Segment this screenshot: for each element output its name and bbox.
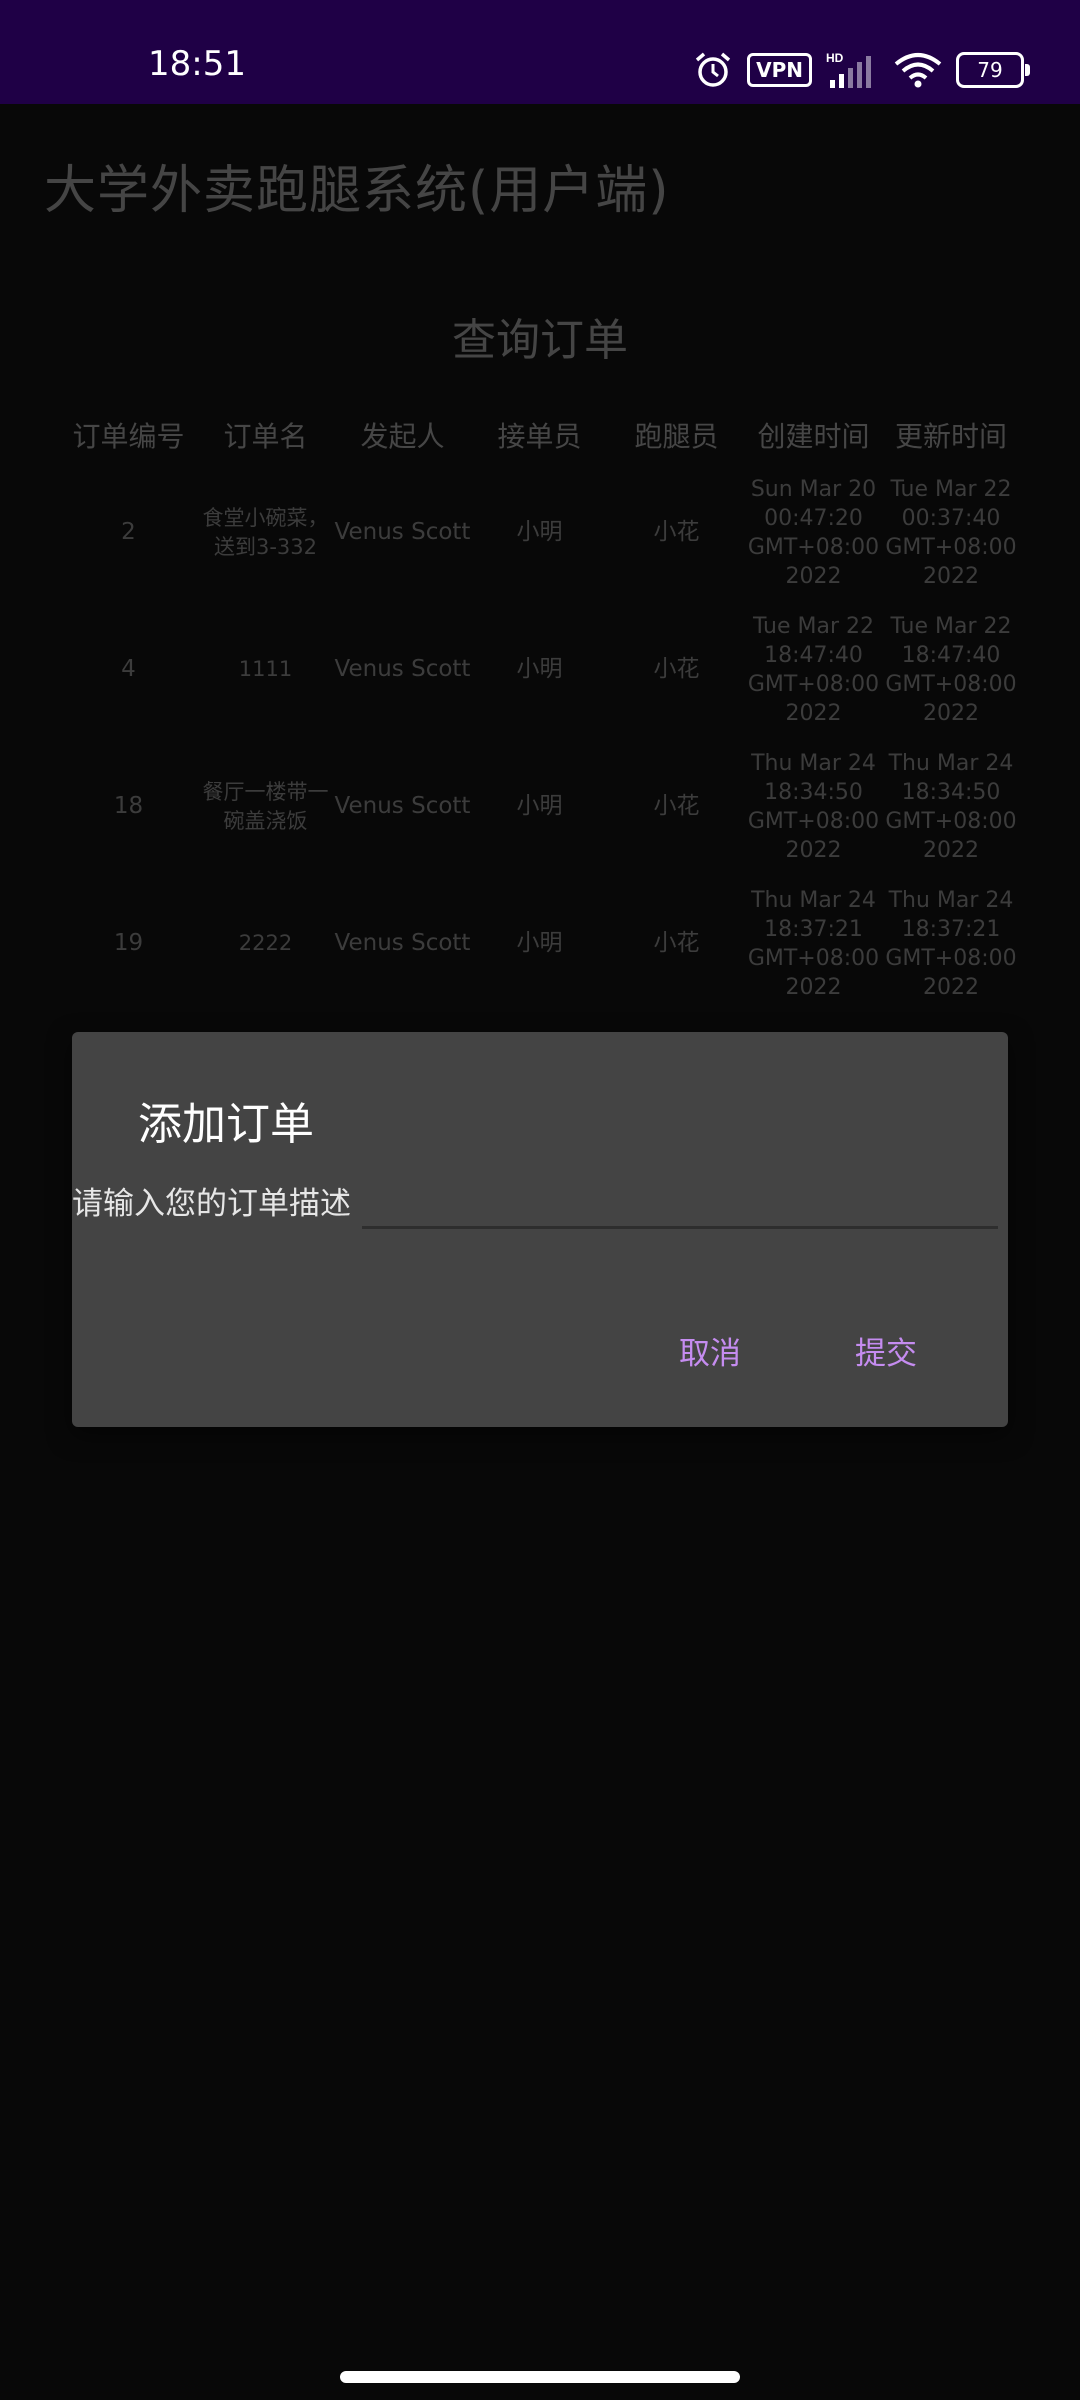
app-title: 大学外卖跑腿系统(用户端) <box>44 161 670 221</box>
wifi-icon <box>894 53 942 88</box>
table-header-row: 订单编号 订单名 发起人 接单员 跑腿员 创建时间 更新时间 <box>60 406 1020 464</box>
order-name: 餐厅一楼带一碗盖浇饭 <box>202 779 329 833</box>
status-time: 18:51 <box>148 44 246 84</box>
order-name: 1111 <box>238 657 293 681</box>
order-runner: 小花 <box>653 930 700 956</box>
status-icons: VPN HD 79 <box>693 48 1030 92</box>
order-receiver: 小明 <box>516 656 563 682</box>
order-created-time: Sun Mar 20 00:47:20 GMT+08:00 2022 <box>747 476 880 589</box>
table-row[interactable]: 2 食堂小碗菜，送到3-332 Venus Scott 小明 小花 Sun Ma… <box>60 464 1020 601</box>
battery-icon: 79 <box>956 52 1030 88</box>
order-created-time: Thu Mar 24 18:34:50 GMT+08:00 2022 <box>747 750 880 863</box>
order-name: 食堂小碗菜，送到3-332 <box>202 505 329 559</box>
order-name: 2222 <box>238 931 293 955</box>
header-initiator: 发起人 <box>360 420 445 453</box>
dialog-title: 添加订单 <box>138 1099 314 1150</box>
header-runner: 跑腿员 <box>634 420 719 453</box>
order-id: 2 <box>121 519 136 545</box>
order-updated-time: Thu Mar 24 18:34:50 GMT+08:00 2022 <box>885 750 1017 863</box>
section-title: 查询订单 <box>452 315 628 366</box>
header-updated-time: 更新时间 <box>894 420 1007 453</box>
order-receiver: 小明 <box>516 930 563 956</box>
battery-level: 79 <box>977 58 1003 82</box>
order-initiator: Venus Scott <box>334 930 471 956</box>
order-runner: 小花 <box>653 656 700 682</box>
home-indicator[interactable] <box>340 2371 740 2383</box>
order-initiator: Venus Scott <box>334 656 471 682</box>
order-updated-time: Tue Mar 22 00:37:40 GMT+08:00 2022 <box>885 476 1017 589</box>
submit-button[interactable]: 提交 <box>855 1328 917 1373</box>
table-row[interactable]: 19 2222 Venus Scott 小明 小花 Thu Mar 24 18:… <box>60 875 1020 1012</box>
table-row[interactable]: 18 餐厅一楼带一碗盖浇饭 Venus Scott 小明 小花 Thu Mar … <box>60 738 1020 875</box>
order-description-input[interactable] <box>362 1168 998 1229</box>
cancel-button[interactable]: 取消 <box>679 1328 741 1373</box>
order-initiator: Venus Scott <box>334 793 471 819</box>
alarm-icon <box>695 52 731 87</box>
header-receiver: 接单员 <box>497 420 582 453</box>
order-id: 19 <box>113 930 144 956</box>
order-id: 4 <box>121 656 136 682</box>
order-receiver: 小明 <box>516 519 563 545</box>
orders-table: 订单编号 订单名 发起人 接单员 跑腿员 创建时间 更新时间 2 食堂小碗菜，送… <box>60 406 1020 1012</box>
header-order-id: 订单编号 <box>72 420 185 453</box>
order-id: 18 <box>113 793 144 819</box>
order-receiver: 小明 <box>516 793 563 819</box>
order-description-label: 请输入您的订单描述 <box>72 1186 351 1222</box>
hd-label: HD <box>826 51 844 65</box>
order-runner: 小花 <box>653 793 700 819</box>
status-bar: 18:51 VPN HD 79 <box>0 0 1080 104</box>
order-created-time: Tue Mar 22 18:47:40 GMT+08:00 2022 <box>747 613 880 726</box>
order-created-time: Thu Mar 24 18:37:21 GMT+08:00 2022 <box>747 887 880 1000</box>
add-order-dialog: 添加订单 请输入您的订单描述 取消 提交 <box>72 1032 1008 1427</box>
header-created-time: 创建时间 <box>757 420 870 453</box>
hd-signal-icon: HD <box>826 51 871 88</box>
order-updated-time: Tue Mar 22 18:47:40 GMT+08:00 2022 <box>885 613 1017 726</box>
vpn-icon: VPN <box>747 53 812 87</box>
order-initiator: Venus Scott <box>334 519 471 545</box>
order-updated-time: Thu Mar 24 18:37:21 GMT+08:00 2022 <box>885 887 1017 1000</box>
table-row[interactable]: 4 1111 Venus Scott 小明 小花 Tue Mar 22 18:4… <box>60 601 1020 738</box>
header-order-name: 订单名 <box>223 420 308 453</box>
order-runner: 小花 <box>653 519 700 545</box>
